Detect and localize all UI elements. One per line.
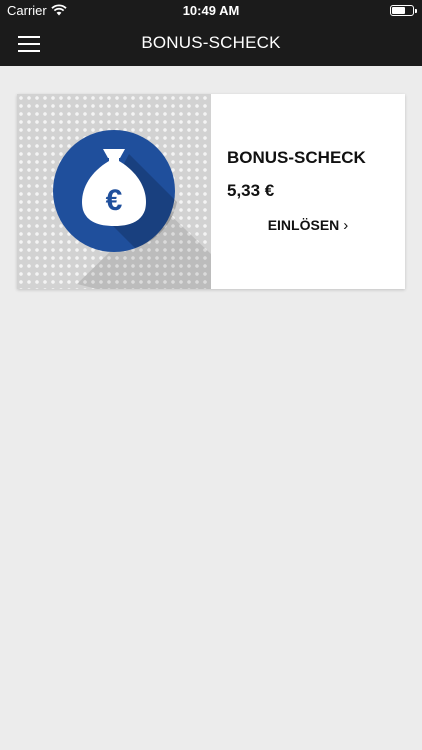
- card-image: €: [17, 94, 211, 289]
- status-time: 10:49 AM: [182, 3, 240, 18]
- card-title: BONUS-SCHECK: [227, 148, 366, 167]
- redeem-label: EINLÖSEN: [267, 217, 340, 233]
- chevron-right-icon: ›: [343, 217, 349, 234]
- battery-icon: [390, 5, 417, 16]
- card-content: BONUS-SCHECK 5,33 € EINLÖSEN ›: [211, 94, 405, 289]
- status-bar: Carrier 10:49 AM: [0, 0, 422, 22]
- nav-bar: BONUS-SCHECK: [0, 22, 422, 66]
- page-title: BONUS-SCHECK: [141, 33, 281, 52]
- redeem-button[interactable]: EINLÖSEN ›: [211, 217, 405, 234]
- top-bar: Carrier 10:49 AM BONUS-SCHECK: [0, 0, 422, 66]
- euro-icon: €: [105, 184, 123, 217]
- screen: Carrier 10:49 AM BONUS-SCHECK € BONUS-SC…: [0, 0, 422, 750]
- bonus-amount: 5,33 €: [227, 181, 275, 200]
- bonus-check-card: € BONUS-SCHECK 5,33 € EINLÖSEN ›: [17, 94, 405, 289]
